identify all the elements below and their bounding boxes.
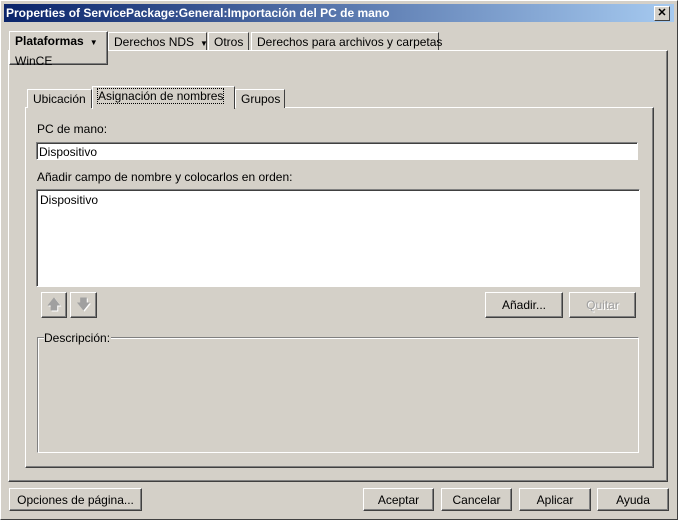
tab-plataformas[interactable]: Plataformas ▼ WinCE: [9, 31, 108, 68]
name-field-list[interactable]: Dispositivo: [36, 189, 640, 287]
list-label: Añadir campo de nombre y colocarlos en o…: [37, 170, 293, 184]
move-up-button[interactable]: 🡅: [41, 292, 67, 318]
tab-label: Derechos NDS: [114, 35, 195, 49]
pc-input[interactable]: Dispositivo: [36, 142, 638, 160]
add-button[interactable]: Añadir...: [485, 292, 563, 318]
tab-label: Otros: [214, 35, 244, 49]
tab-derechos-nds[interactable]: Derechos NDS ▼: [108, 32, 208, 50]
tab-label: Grupos: [241, 92, 281, 106]
tab-ubicacion[interactable]: Ubicación: [27, 89, 92, 108]
tab-label: Derechos para archivos y carpetas: [257, 35, 443, 49]
chevron-down-icon: ▼: [200, 39, 208, 48]
title-bar: Properties of ServicePackage:General:Imp…: [4, 4, 674, 22]
ok-button[interactable]: Aceptar: [363, 488, 434, 511]
platform-subtab-wince[interactable]: WinCE: [15, 54, 52, 68]
help-button[interactable]: Ayuda: [597, 488, 669, 511]
move-down-button[interactable]: 🡇: [70, 292, 97, 318]
description-label: Descripción:: [44, 331, 112, 345]
pc-label: PC de mano:: [37, 122, 108, 136]
apply-button[interactable]: Aplicar: [519, 488, 591, 511]
tab-label: Ubicación: [33, 92, 86, 106]
chevron-down-icon: ▼: [89, 38, 98, 47]
description-group: [37, 337, 639, 453]
list-item[interactable]: Dispositivo: [40, 193, 636, 207]
arrow-up-icon: 🡅: [46, 296, 62, 312]
tab-derechos-archivos[interactable]: Derechos para archivos y carpetas: [251, 32, 443, 50]
tab-label: Asignación de nombres: [96, 88, 225, 104]
close-button[interactable]: ✕: [654, 6, 670, 21]
cancel-button[interactable]: Cancelar: [441, 488, 512, 511]
tab-asignacion-nombres[interactable]: Asignación de nombres: [92, 86, 235, 109]
page-options-button[interactable]: Opciones de página...: [9, 488, 142, 511]
remove-button[interactable]: Quitar: [569, 292, 636, 318]
tab-otros[interactable]: Otros: [208, 32, 249, 50]
tab-grupos[interactable]: Grupos: [235, 89, 285, 108]
arrow-down-icon: 🡇: [76, 296, 91, 312]
window-title: Properties of ServicePackage:General:Imp…: [6, 6, 390, 20]
tab-plataformas-label: Plataformas: [15, 34, 84, 48]
